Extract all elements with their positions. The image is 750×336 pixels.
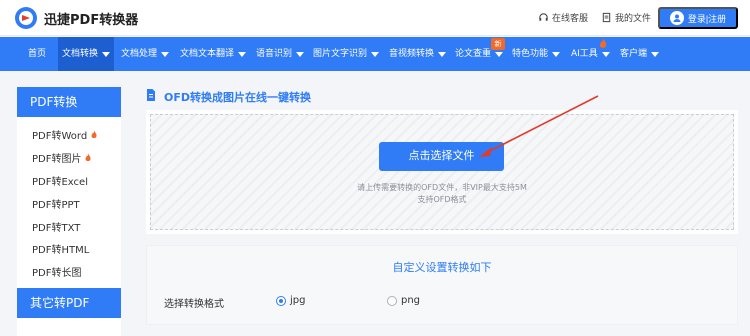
sidebar-item-label: PDF转TXT	[32, 223, 81, 234]
sidebar-item-pdf-to-long-image[interactable]: PDF转长图	[32, 264, 81, 279]
settings-title: 自定义设置转换如下	[392, 261, 492, 274]
my-files-label: 我的文件	[615, 14, 652, 24]
format-option-png[interactable]: png	[387, 295, 420, 306]
radio-selected-icon	[276, 295, 286, 306]
format-option-jpg[interactable]: jpg	[276, 295, 305, 306]
nav-doc-convert[interactable]: 文档转换	[58, 37, 115, 71]
online-service-label: 在线客服	[552, 14, 589, 24]
nav-doc-translate[interactable]: 文档文本翻译	[176, 37, 250, 71]
format-hint: 支持OFD格式	[417, 195, 467, 204]
nav-label: 论文查重	[455, 49, 492, 59]
sidebar-item-pdf-to-ppt[interactable]: PDF转PPT	[32, 196, 80, 211]
nav-av-convert[interactable]: 音视频转换	[385, 37, 450, 71]
caret-down-icon	[371, 51, 380, 57]
my-files-link[interactable]: 我的文件	[601, 11, 651, 24]
sidebar-item-pdf-to-txt[interactable]: PDF转TXT	[32, 219, 80, 234]
caret-down-icon	[296, 51, 305, 57]
sidebar-panel	[17, 318, 121, 336]
page-title: OFD转换成图片在线一键转换	[164, 91, 311, 104]
caret-down-icon	[438, 51, 447, 57]
login-register-label: 登录|注册	[687, 13, 727, 24]
nav-features[interactable]: 特色功能	[508, 37, 564, 71]
nav-label: 文档处理	[121, 49, 158, 59]
format-label: 选择转换格式	[164, 299, 224, 310]
nav-label: 语音识别	[256, 49, 293, 59]
nav-ocr[interactable]: 图片文字识别	[309, 37, 383, 71]
main-nav: 首页 文档转换 文档处理 文档文本翻译 语音识别 图片文字识别 音视频转换 论文…	[0, 37, 750, 71]
caret-down-icon	[495, 51, 504, 57]
nav-doc-process[interactable]: 文档处理	[117, 37, 173, 71]
sidebar-item-label: PDF转PPT	[32, 200, 80, 211]
sidebar-item-label: PDF转Excel	[32, 177, 88, 188]
sidebar-item-label: PDF转HTML	[32, 245, 90, 256]
upload-area	[146, 110, 738, 234]
select-file-button[interactable]: 点击选择文件	[379, 142, 504, 171]
sidebar-item-label: PDF转长图	[32, 268, 82, 279]
sidebar-item-pdf-to-word[interactable]: PDF转Word	[32, 127, 98, 142]
nav-label: 首页	[28, 49, 47, 59]
nav-home[interactable]: 首页	[24, 37, 50, 71]
format-option-label: jpg	[290, 295, 306, 306]
sidebar-group-pdf-convert[interactable]: PDF转换	[17, 87, 121, 117]
nav-label: 特色功能	[512, 49, 549, 59]
upload-hint: 请上传需要转换的OFD文件，非VIP最大支持5M	[357, 183, 527, 192]
caret-down-icon	[102, 51, 111, 57]
headset-icon	[539, 13, 548, 21]
caret-down-icon	[601, 51, 610, 57]
sidebar-item-label: PDF转Word	[32, 131, 88, 142]
nav-label: 客户端	[620, 49, 648, 59]
fire-icon	[599, 38, 607, 48]
online-service-link[interactable]: 在线客服	[538, 11, 588, 24]
nav-label: 文档转换	[62, 49, 99, 59]
document-icon	[147, 89, 155, 101]
file-icon	[602, 12, 611, 23]
settings-panel	[146, 245, 738, 325]
sidebar-item-pdf-to-image[interactable]: PDF转图片	[32, 150, 92, 165]
brand-name[interactable]: 迅捷PDF转换器	[44, 9, 138, 28]
login-register-button[interactable]: 登录|注册	[658, 7, 738, 29]
fire-icon	[86, 152, 92, 161]
nav-speech-recognition[interactable]: 语音识别	[252, 37, 308, 71]
sidebar-item-pdf-to-html[interactable]: PDF转HTML	[32, 241, 89, 256]
nav-label: AI工具	[571, 49, 598, 59]
file-drop-zone[interactable]	[150, 114, 734, 230]
caret-down-icon	[552, 51, 561, 57]
new-badge: 新	[491, 38, 505, 50]
nav-client[interactable]: 客户端	[616, 37, 663, 71]
sidebar-item-pdf-to-excel[interactable]: PDF转Excel	[32, 173, 88, 188]
user-icon	[669, 11, 684, 25]
fire-icon	[91, 129, 97, 138]
caret-down-icon	[161, 51, 170, 57]
caret-down-icon	[238, 51, 247, 57]
caret-down-icon	[651, 51, 660, 57]
nav-label: 图片文字识别	[313, 49, 368, 59]
format-option-label: png	[401, 295, 421, 306]
radio-unselected-icon	[387, 295, 397, 306]
logo-icon[interactable]	[14, 6, 38, 30]
nav-label: 音视频转换	[389, 49, 435, 59]
sidebar-group-other-to-pdf[interactable]: 其它转PDF	[17, 288, 121, 318]
sidebar-panel: PDF转Word PDF转图片 PDF转Excel PDF转PPT PDF转TX…	[17, 117, 121, 288]
sidebar-item-label: PDF转图片	[32, 154, 82, 165]
nav-label: 文档文本翻译	[180, 49, 235, 59]
top-header: 迅捷PDF转换器 在线客服 我的文件 登录|注册	[0, 0, 750, 36]
